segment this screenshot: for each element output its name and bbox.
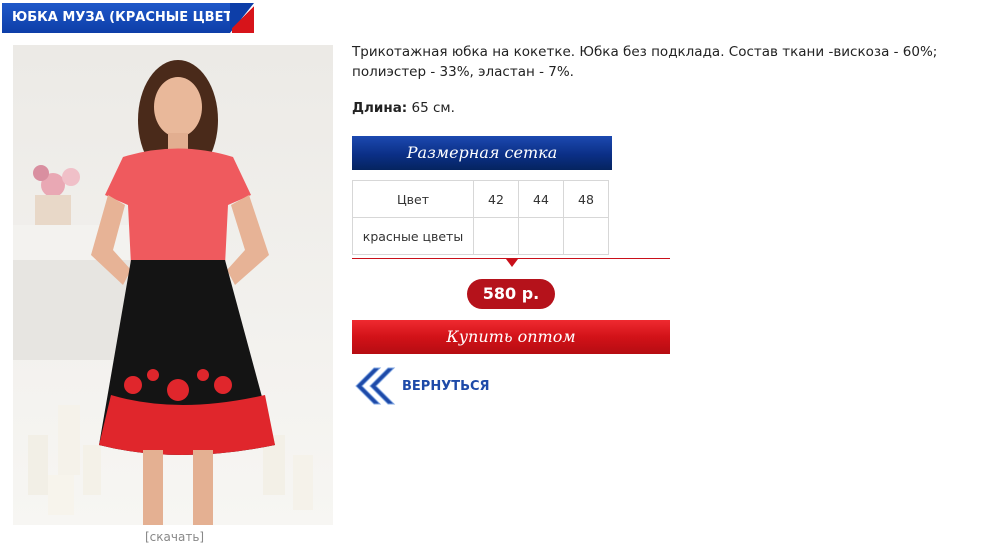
color-column-header: Цвет <box>352 180 474 218</box>
divider-notch <box>506 259 518 267</box>
size-grid-header: Размерная сетка <box>352 136 612 170</box>
quantity-cell[interactable] <box>473 217 519 255</box>
size-grid-header-row: Цвет 42 44 48 <box>352 180 609 218</box>
product-title-ribbon: ЮБКА МУЗА (КРАСНЫЕ ЦВЕТЫ) <box>0 3 254 33</box>
size-header-cell: 48 <box>563 180 609 218</box>
color-name-cell: красные цветы <box>352 217 474 255</box>
product-length: Длина: 65 см. <box>352 98 455 118</box>
ribbon-red-corner <box>232 3 254 33</box>
back-link[interactable]: ВЕРНУТЬСЯ <box>352 364 490 408</box>
page-title: ЮБКА МУЗА (КРАСНЫЕ ЦВЕТЫ) <box>2 3 252 33</box>
buy-wholesale-button[interactable]: Купить оптом <box>352 320 670 354</box>
price-badge: 580 р. <box>467 279 555 309</box>
product-description: Трикотажная юбка на кокетке. Юбка без по… <box>352 44 938 80</box>
size-header-cell: 44 <box>518 180 564 218</box>
table-row: красные цветы <box>352 217 609 255</box>
double-chevron-left-icon <box>355 367 396 405</box>
quantity-cell[interactable] <box>518 217 564 255</box>
enlarge-photo-link[interactable]: [скачать] <box>145 530 204 544</box>
size-header-cell: 42 <box>473 180 519 218</box>
product-photo-illustration <box>13 60 313 525</box>
back-label: ВЕРНУТЬСЯ <box>402 378 490 394</box>
length-value: 65 см. <box>411 100 455 116</box>
length-label: Длина: <box>352 100 408 116</box>
quantity-cell[interactable] <box>563 217 609 255</box>
size-grid-table: Цвет 42 44 48 красные цветы <box>352 180 609 255</box>
product-photo[interactable] <box>13 45 333 525</box>
